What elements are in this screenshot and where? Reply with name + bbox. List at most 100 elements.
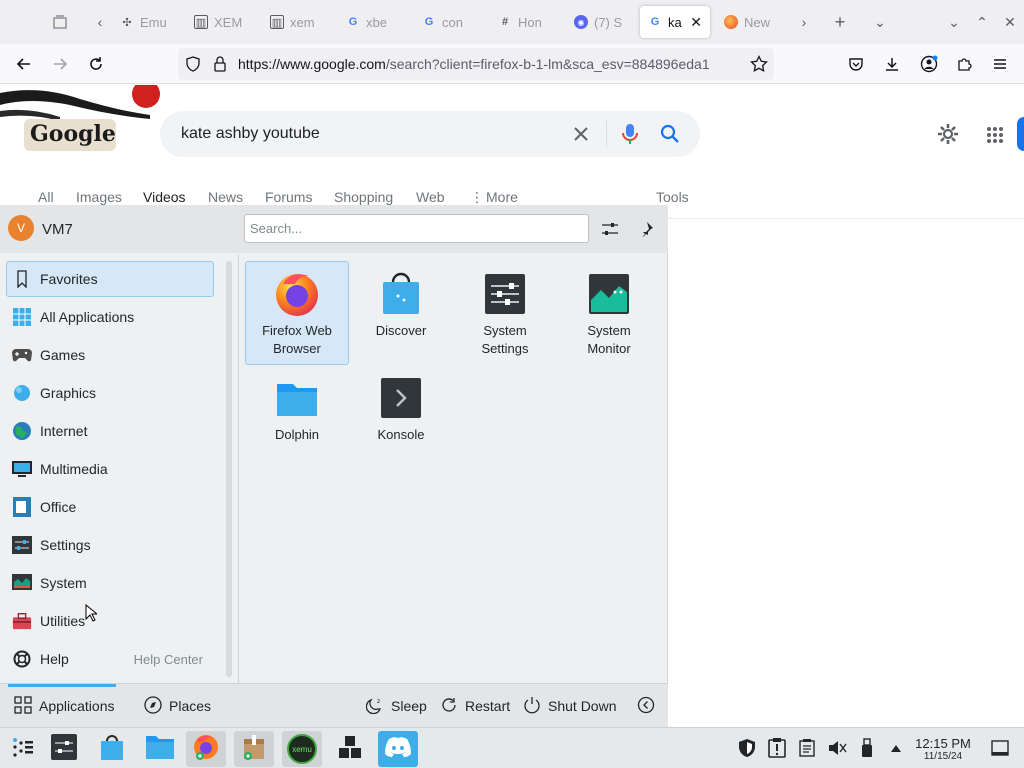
gtab-videos[interactable]: Videos <box>143 189 186 205</box>
voice-search-mic-icon[interactable] <box>622 123 638 150</box>
gtab-web[interactable]: Web <box>416 189 445 205</box>
downloads-icon[interactable] <box>878 50 906 78</box>
more-session-options-button[interactable] <box>637 694 655 718</box>
category-multimedia[interactable]: Multimedia <box>6 451 214 487</box>
launcher-vertical-divider <box>238 255 239 685</box>
tray-expand-arrow-icon[interactable] <box>886 738 906 758</box>
category-utilities[interactable]: Utilities <box>6 603 214 639</box>
app-firefox[interactable]: Firefox Web Browser <box>245 261 349 365</box>
task-discord[interactable] <box>378 731 418 767</box>
tab-xem[interactable]: ▥ XEM <box>186 6 260 38</box>
clear-search-icon[interactable] <box>572 125 590 148</box>
profile-avatar[interactable] <box>1017 117 1024 151</box>
category-graphics[interactable]: Graphics <box>6 375 214 411</box>
gtab-news[interactable]: News <box>208 189 243 205</box>
url-bar[interactable]: https://www.google.com/search?client=fir… <box>178 48 774 80</box>
lock-icon[interactable] <box>213 56 227 77</box>
google-apps-grid-icon[interactable] <box>986 126 1004 149</box>
application-launcher-button[interactable] <box>2 731 42 767</box>
task-archive-manager[interactable] <box>234 731 274 767</box>
tab-active-google[interactable]: G ka ✕ <box>640 6 710 38</box>
kde-launcher-icon <box>9 734 35 765</box>
gtab-shopping[interactable]: Shopping <box>334 189 393 205</box>
configure-sliders-icon[interactable] <box>597 216 623 242</box>
task-dolphin[interactable] <box>140 731 180 767</box>
category-games[interactable]: Games <box>6 337 214 373</box>
usb-device-tray-icon[interactable] <box>857 738 877 758</box>
search-magnifier-icon[interactable] <box>660 124 680 149</box>
task-system-settings[interactable] <box>44 731 84 767</box>
tab-emu[interactable]: ✣ Emu <box>112 6 186 38</box>
sleep-label: Sleep <box>391 698 427 714</box>
tab-discord[interactable]: ◉ (7) S <box>566 6 640 38</box>
account-icon[interactable] <box>915 50 943 78</box>
gtab-all[interactable]: All <box>38 189 54 205</box>
scroll-tabs-right-icon[interactable]: › <box>790 8 818 36</box>
security-shield-tray-icon[interactable] <box>737 738 757 758</box>
tab-xem-2[interactable]: ▥ xem <box>262 6 336 38</box>
google-search-box[interactable]: kate ashby youtube <box>160 111 700 157</box>
app-label-line1: Firefox Web <box>262 323 332 338</box>
folder-icon <box>145 734 175 765</box>
show-desktop-icon[interactable] <box>990 738 1010 758</box>
sidebar-scrollbar[interactable] <box>226 261 232 677</box>
category-internet[interactable]: Internet <box>6 413 214 449</box>
url-text: https://www.google.com/search?client=fir… <box>238 56 738 72</box>
category-system[interactable]: System <box>6 565 214 601</box>
gtab-images[interactable]: Images <box>76 189 122 205</box>
settings-gear-icon[interactable] <box>937 123 959 150</box>
new-tab-plus-icon[interactable]: + <box>826 8 854 36</box>
tracking-shield-icon[interactable] <box>185 56 201 77</box>
gtab-forums[interactable]: Forums <box>265 189 312 205</box>
tab-hon[interactable]: # Hon <box>490 6 564 38</box>
app-konsole[interactable]: Konsole <box>349 365 453 469</box>
task-discover[interactable] <box>92 731 132 767</box>
reload-icon[interactable] <box>82 50 110 78</box>
google-icon: G <box>650 16 660 28</box>
app-system-settings[interactable]: System Settings <box>453 261 557 365</box>
pocket-icon[interactable] <box>842 50 870 78</box>
forward-arrow-icon[interactable] <box>46 50 74 78</box>
tab-new[interactable]: New <box>716 6 790 38</box>
task-window-manager[interactable] <box>330 731 370 767</box>
category-all-applications[interactable]: All Applications <box>6 299 214 335</box>
clipboard-alert-tray-icon[interactable] <box>767 738 787 758</box>
shutdown-button[interactable]: Shut Down <box>523 694 616 718</box>
user-avatar[interactable]: V <box>8 215 34 241</box>
bookmark-star-icon[interactable] <box>750 54 768 78</box>
category-settings[interactable]: Settings <box>6 527 214 563</box>
back-arrow-icon[interactable] <box>10 50 38 78</box>
tab-con[interactable]: G con <box>414 6 488 38</box>
list-all-tabs-icon[interactable]: ⌄ <box>866 8 894 36</box>
restart-button[interactable]: Restart <box>440 694 510 718</box>
applications-tab-button[interactable]: Applications <box>14 694 115 718</box>
close-tab-icon[interactable]: ✕ <box>690 14 702 31</box>
google-doodle-logo[interactable]: Google <box>0 80 160 160</box>
digital-clock[interactable]: 12:15 PM 11/15/24 <box>908 737 978 763</box>
tab-xbe[interactable]: G xbe <box>338 6 412 38</box>
app-dolphin[interactable]: Dolphin <box>245 365 349 469</box>
scroll-tabs-left-icon[interactable]: ‹ <box>86 8 114 36</box>
pin-icon[interactable] <box>633 216 659 242</box>
category-favorites[interactable]: Favorites <box>6 261 214 297</box>
places-tab-button[interactable]: Places <box>144 694 211 718</box>
task-xemu[interactable]: xemu <box>282 731 322 767</box>
category-help[interactable]: Help Help Center <box>6 641 214 677</box>
launcher-search-input[interactable] <box>244 214 589 243</box>
category-office[interactable]: Office <box>6 489 214 525</box>
window-minimize-icon[interactable]: ⌄ <box>940 8 968 36</box>
task-firefox[interactable] <box>186 731 226 767</box>
toolbox-icon <box>12 611 32 631</box>
notes-tray-icon[interactable] <box>797 738 817 758</box>
gtab-more[interactable]: More <box>486 189 518 205</box>
sleep-button[interactable]: z Sleep <box>365 694 427 718</box>
window-close-icon[interactable]: ✕ <box>996 8 1024 36</box>
volume-muted-tray-icon[interactable] <box>827 738 847 758</box>
extensions-puzzle-icon[interactable] <box>950 50 978 78</box>
hamburger-menu-icon[interactable] <box>986 50 1014 78</box>
gtab-tools[interactable]: Tools <box>656 189 689 205</box>
window-maximize-icon[interactable]: ⌃ <box>968 8 996 36</box>
tab-overview-icon[interactable] <box>46 8 74 36</box>
app-discover[interactable]: Discover <box>349 261 453 365</box>
app-system-monitor[interactable]: System Monitor <box>557 261 661 365</box>
